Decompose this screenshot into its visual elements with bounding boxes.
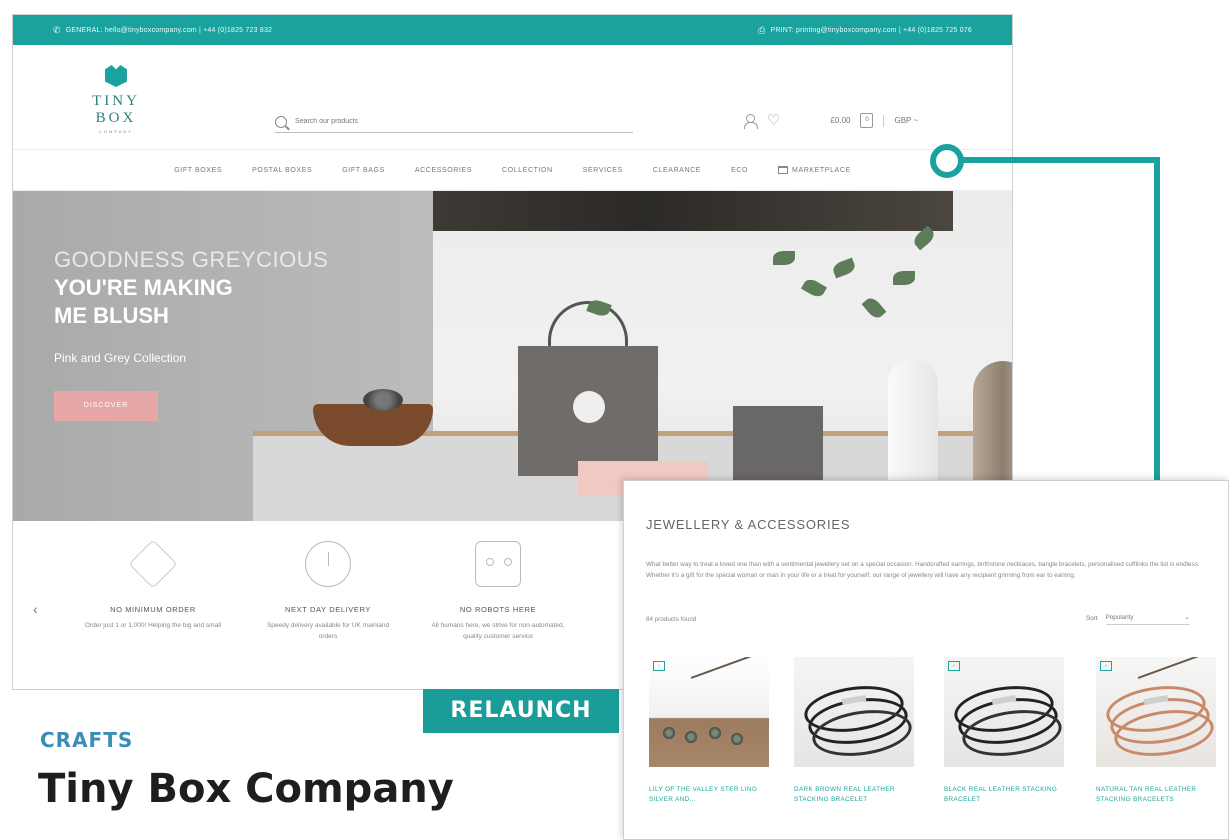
connector-line-vertical [1154,157,1160,485]
hero-bowl-fruit [363,389,403,411]
sort-control: Sort Popularity ⌄ [1086,611,1190,625]
nav-collection[interactable]: COLLECTION [502,167,553,174]
feature-desc: Speedy delivery available for UK mainlan… [266,622,390,640]
carousel-prev-arrow-icon[interactable]: ‹ [33,601,38,617]
print-contact[interactable]: ⎙ PRINT: printing@tinyboxcompany.com | +4… [758,25,972,36]
chevron-down-icon: ⌄ [1184,614,1190,621]
earring-stud [685,731,697,743]
eco-badge-icon: ✓ [653,661,665,671]
hero-banner: GOODNESS GREYCIOUS YOU'RE MAKING ME BLUS… [13,191,1012,521]
discover-button[interactable]: DISCOVER [54,391,158,421]
leaf-icon [893,271,915,285]
cart-bag-icon[interactable]: 0 [860,113,874,128]
product-name[interactable]: BLACK REAL LEATHER STACKING BRACELET [944,785,1064,805]
product-card[interactable]: ✓ NATURAL TAN REAL LEATHER STACKING BRAC… [1096,657,1216,805]
store-icon [778,166,789,174]
product-name[interactable]: LILY OF THE VALLEY STER LING SILVER AND.… [649,785,769,805]
earring-stud [731,733,743,745]
product-name[interactable]: NATURAL TAN REAL LEATHER STACKING BRACEL… [1096,785,1216,805]
logo-sub: COMPANY [99,129,133,134]
sort-select[interactable]: Popularity ⌄ [1105,611,1190,625]
relaunch-label: RELAUNCH [423,689,619,733]
feature-next-day: NEXT DAY DELIVERY Speedy delivery availa… [258,541,398,642]
connector-line [962,157,1160,163]
earring-stud [709,727,721,739]
phone-icon: ✆ [53,24,61,35]
product-card[interactable]: DARK BROWN REAL LEATHER STACKING BRACELE… [794,657,914,805]
feature-desc: All humans here, we strive for non-autom… [431,622,565,640]
feature-title: NO MINIMUM ORDER [110,605,196,614]
eco-badge-icon: ✓ [1100,661,1112,671]
header-divider [883,114,885,127]
general-contact-text: GENERAL: hello@tinyboxcompany.com | +44 … [65,26,273,34]
robot-icon [475,541,521,587]
sort-label: Sort [1086,614,1098,622]
callout-circle-marker [930,144,964,178]
hero-headline-1: GOODNESS GREYCIOUS [54,247,329,272]
box-icon [128,539,178,589]
product-image[interactable] [794,657,914,767]
nav-eco[interactable]: ECO [731,167,748,174]
nav-gift-bags[interactable]: GIFT BAGS [342,167,385,174]
feature-no-robots: NO ROBOTS HERE All humans here, we striv… [428,541,568,642]
logo-mark-icon [105,65,127,87]
hero-gift-tag [573,391,605,423]
nav-marketplace-label: MARKETPLACE [792,166,851,174]
cart-total[interactable]: £0.00 [830,116,850,125]
branch-decoration [690,657,758,679]
search-input[interactable] [295,118,595,125]
product-image[interactable]: ✓ [649,657,769,767]
hero-headline-2: YOU'RE MAKING [54,275,233,300]
feature-title: NO ROBOTS HERE [459,605,537,614]
search-bar [275,111,633,133]
nav-clearance[interactable]: CLEARANCE [653,167,701,174]
category-page-title: JEWELLERY & ACCESSORIES [646,517,851,532]
nav-postal-boxes[interactable]: POSTAL BOXES [252,167,312,174]
product-card[interactable]: ✓ LILY OF THE VALLEY STER LING SILVER AN… [649,657,769,805]
product-image[interactable]: ✓ [944,657,1064,767]
feature-desc: Order just 1 or 1,000! Helping the big a… [84,622,222,629]
category-label: CRAFTS [40,728,134,752]
print-contact-text: PRINT: printing@tinyboxcompany.com | +44… [770,26,972,34]
header-actions: ♡ £0.00 0 GBP ~ [743,113,918,129]
product-count: 84 products found [646,616,697,623]
hero-subtitle: Pink and Grey Collection [54,351,187,365]
main-nav: GIFT BOXES POSTAL BOXES GIFT BAGS ACCESS… [13,149,1012,191]
feature-title: NEXT DAY DELIVERY [285,605,371,614]
nav-marketplace[interactable]: MARKETPLACE [778,166,851,174]
company-title: Tiny Box Company [38,766,454,812]
inset-category-page: JEWELLERY & ACCESSORIES What better way … [623,480,1229,840]
hero-artwork [433,191,953,231]
account-icon[interactable] [743,113,758,129]
product-card[interactable]: ✓ BLACK REAL LEATHER STACKING BRACELET [944,657,1064,805]
eco-badge-icon: ✓ [948,661,960,671]
logo-name: TINY BOX [92,93,140,126]
site-header: TINY BOX COMPANY ♡ £0.00 0 GBP ~ [13,45,1012,149]
wishlist-heart-icon[interactable]: ♡ [767,113,780,128]
search-icon[interactable] [275,115,287,128]
hero-headline-3: ME BLUSH [54,303,169,328]
logo[interactable]: TINY BOX COMPANY [76,65,156,134]
top-contact-bar: ✆ GENERAL: hello@tinyboxcompany.com | +44… [13,15,1012,45]
printer-icon: ⎙ [758,24,766,35]
earring-stud [663,727,675,739]
hero-text: GOODNESS GREYCIOUS YOU'RE MAKING ME BLUS… [54,247,328,421]
category-description: What better way to treat a loved one tha… [646,561,1200,579]
nav-gift-boxes[interactable]: GIFT BOXES [174,167,222,174]
nav-services[interactable]: SERVICES [583,167,623,174]
nav-accessories[interactable]: ACCESSORIES [415,167,472,174]
clock-icon [305,541,351,587]
hero-white-vase [888,361,938,491]
leaf-icon [773,251,795,265]
sort-value: Popularity [1105,614,1134,621]
branch-decoration [1137,657,1205,679]
feature-no-minimum: NO MINIMUM ORDER Order just 1 or 1,000! … [83,539,223,631]
currency-select[interactable]: GBP ~ [894,116,918,125]
product-image[interactable]: ✓ [1096,657,1216,767]
product-name[interactable]: DARK BROWN REAL LEATHER STACKING BRACELE… [794,785,914,805]
hero-bowl [313,404,433,446]
general-contact[interactable]: ✆ GENERAL: hello@tinyboxcompany.com | +44… [53,25,272,36]
